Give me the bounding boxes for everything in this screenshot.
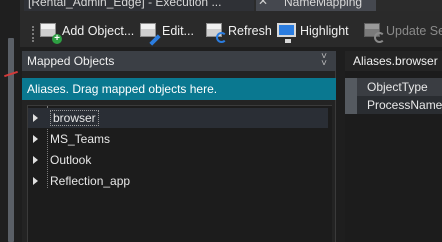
mapped-objects-tree[interactable]: browser MS_Teams Outlook Reflection_app: [27, 105, 332, 242]
add-object-button[interactable]: + Add Object...: [38, 20, 135, 44]
panel-title: Mapped Objects: [27, 54, 115, 68]
property-row[interactable]: ObjectType: [345, 78, 442, 96]
aliases-hint: Aliases. Drag mapped objects here.: [27, 82, 218, 96]
toolbar: + Add Object... Edit... Refresh Highligh…: [20, 11, 442, 47]
tree-item-outlook[interactable]: Outlook: [28, 150, 328, 170]
update-icon: [362, 20, 385, 43]
toolbar-grip[interactable]: [32, 26, 35, 42]
properties-panel: Aliases.browser ObjectType ProcessName: [345, 51, 442, 242]
properties-title: Aliases.browser: [353, 54, 438, 68]
expand-arrow-icon[interactable]: [33, 114, 38, 122]
left-gutter: [0, 0, 20, 242]
app-root: [Rental_Admin_Edge] - Execution ... Name…: [0, 0, 442, 242]
mapped-objects-header: Mapped Objects ˅ ˅: [22, 51, 336, 71]
highlight-label: Highlight: [300, 24, 349, 38]
refresh-button[interactable]: Refresh: [204, 20, 272, 43]
tree-item-label: Outlook: [50, 153, 92, 167]
tab-namemapping[interactable]: NameMapping: [256, 0, 376, 11]
tree-item-label: browser: [50, 110, 99, 126]
collapse-chevron-icon[interactable]: ˅ ˅: [318, 52, 330, 69]
tab-execution[interactable]: [Rental_Admin_Edge] - Execution ...: [24, 0, 254, 11]
expand-arrow-icon[interactable]: [33, 156, 38, 164]
refresh-label: Refresh: [228, 24, 272, 38]
edit-button[interactable]: Edit...: [138, 20, 194, 46]
properties-header: Aliases.browser: [345, 51, 442, 71]
tree-item-label: MS_Teams: [50, 132, 111, 146]
tree-item-reflection-app[interactable]: Reflection_app: [28, 171, 328, 191]
update-button[interactable]: Update Se: [362, 20, 442, 43]
expand-arrow-icon[interactable]: [33, 135, 38, 143]
tree-item-browser[interactable]: browser: [28, 108, 328, 128]
add-object-label: Add Object...: [62, 24, 135, 38]
update-label: Update Se: [386, 24, 442, 38]
tree-item-label: Reflection_app: [50, 174, 131, 188]
document-tabs: [Rental_Admin_Edge] - Execution ... Name…: [20, 0, 442, 11]
edit-label: Edit...: [162, 24, 194, 38]
row-selector[interactable]: [345, 78, 357, 96]
add-object-icon: +: [38, 20, 62, 44]
refresh-icon: [204, 20, 227, 43]
side-splitter[interactable]: [8, 38, 14, 242]
highlight-button[interactable]: Highlight: [276, 20, 349, 43]
row-selector[interactable]: [345, 96, 357, 114]
expand-arrow-icon[interactable]: [33, 177, 38, 185]
property-name: ObjectType: [367, 80, 428, 94]
edit-icon: [138, 20, 161, 46]
mapped-objects-panel: Mapped Objects ˅ ˅ Aliases. Drag mapped o…: [22, 51, 336, 242]
tree-item-ms-teams[interactable]: MS_Teams: [28, 129, 328, 149]
property-name: ProcessName: [367, 98, 442, 112]
property-row[interactable]: ProcessName: [345, 96, 442, 114]
close-icon[interactable]: ✕: [258, 0, 272, 8]
monitor-icon: [276, 20, 298, 43]
aliases-drop-zone[interactable]: Aliases. Drag mapped objects here.: [22, 78, 336, 100]
